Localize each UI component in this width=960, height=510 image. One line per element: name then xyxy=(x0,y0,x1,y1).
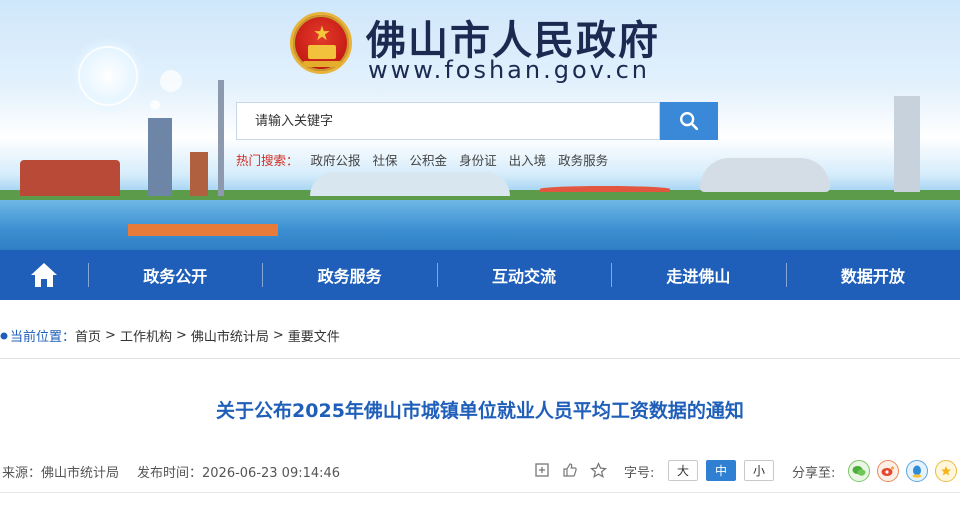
share-icons xyxy=(848,460,957,482)
font-size-medium-button[interactable]: 中 xyxy=(706,460,736,481)
article-source: 来源：佛山市统计局 xyxy=(2,466,120,481)
qq-share-button[interactable] xyxy=(906,460,928,482)
tv-tower xyxy=(218,80,224,196)
breadcrumb-separator: > xyxy=(105,328,116,343)
site-domain: www.foshan.gov.cn xyxy=(368,56,650,84)
share-label: 分享至: xyxy=(792,466,836,481)
ancestral-temple xyxy=(20,160,120,196)
wechat-icon xyxy=(852,466,866,476)
nav-item-about-foshan[interactable]: 走进佛山 xyxy=(611,250,785,300)
red-tower xyxy=(190,152,208,196)
like-button[interactable] xyxy=(560,460,580,480)
nav-item-government-affairs[interactable]: 政务公开 xyxy=(88,250,262,300)
qq-icon xyxy=(912,465,922,478)
hot-search-bar: 热门搜索： 政府公报 社保 公积金 身份证 出入境 政务服务 xyxy=(236,150,608,169)
font-size-large-button[interactable]: 大 xyxy=(668,460,698,481)
dragon-boat xyxy=(128,224,278,236)
dome-building xyxy=(310,172,510,196)
article-publish-time: 发布时间：2026-06-23 09:14:46 xyxy=(137,466,341,481)
sun-ring-decoration xyxy=(78,46,138,106)
breadcrumb-link-important-documents[interactable]: 重要文件 xyxy=(288,326,340,345)
breadcrumb-link-agencies[interactable]: 工作机构 xyxy=(120,326,172,345)
search-icon xyxy=(680,112,699,131)
hot-search-link[interactable]: 公积金 xyxy=(410,150,448,169)
weibo-share-button[interactable] xyxy=(877,460,899,482)
hot-search-label: 热门搜索： xyxy=(236,153,299,168)
weibo-icon xyxy=(881,466,894,476)
hot-search-link[interactable]: 身份证 xyxy=(459,150,497,169)
header-banner: ★ 佛山市人民政府 www.foshan.gov.cn 热门搜索： 政府公报 社… xyxy=(0,0,960,250)
article-title: 关于公布2025年佛山市城镇单位就业人员平均工资数据的通知 xyxy=(216,400,744,422)
search-button[interactable] xyxy=(660,102,718,140)
hot-search-link[interactable]: 出入境 xyxy=(509,150,547,169)
print-icon xyxy=(535,463,549,477)
qzone-star-icon xyxy=(941,466,951,476)
font-size-label: 字号: xyxy=(624,466,655,481)
article-tools xyxy=(532,460,608,480)
main-nav: 政务公开 政务服务 互动交流 走进佛山 数据开放 xyxy=(0,250,960,300)
font-size-small-button[interactable]: 小 xyxy=(744,460,774,481)
hot-search-link[interactable]: 社保 xyxy=(373,150,398,169)
home-button[interactable] xyxy=(0,250,88,300)
wechat-share-button[interactable] xyxy=(848,460,870,482)
bubble-decoration xyxy=(150,100,160,110)
national-emblem-logo: ★ xyxy=(290,12,352,74)
print-button[interactable] xyxy=(532,460,552,480)
favorite-button[interactable] xyxy=(588,460,608,480)
thumbs-up-icon xyxy=(563,463,577,477)
nav-item-interaction[interactable]: 互动交流 xyxy=(436,250,611,300)
nav-item-open-data[interactable]: 数据开放 xyxy=(785,250,960,300)
right-tower xyxy=(894,96,920,192)
qzone-share-button[interactable] xyxy=(935,460,957,482)
star-icon xyxy=(589,461,607,478)
location-pin-icon xyxy=(0,332,8,339)
tower-building xyxy=(148,118,172,196)
search-input[interactable] xyxy=(237,103,659,139)
breadcrumb-separator: > xyxy=(175,328,187,343)
divider xyxy=(0,358,960,359)
breadcrumb-separator: > xyxy=(272,328,284,343)
bubble-decoration xyxy=(160,70,182,92)
home-icon xyxy=(31,263,57,287)
nav-item-government-services[interactable]: 政务服务 xyxy=(262,250,436,300)
breadcrumb-label: 当前位置： xyxy=(10,330,76,345)
hot-search-link[interactable]: 政府公报 xyxy=(311,150,361,169)
stadium xyxy=(700,158,830,192)
red-bridge xyxy=(540,186,670,192)
divider xyxy=(0,492,960,493)
article-meta: 来源：佛山市统计局 发布时间：2026-06-23 09:14:46 字号: 大… xyxy=(0,460,960,482)
breadcrumb-link-home[interactable]: 首页 xyxy=(75,326,101,345)
search-box xyxy=(236,102,660,140)
breadcrumb-link-statistics-bureau[interactable]: 佛山市统计局 xyxy=(191,326,269,345)
breadcrumb: 当前位置： 首页 > 工作机构 > 佛山市统计局 > 重要文件 xyxy=(0,326,340,345)
hot-search-link[interactable]: 政务服务 xyxy=(558,150,608,169)
